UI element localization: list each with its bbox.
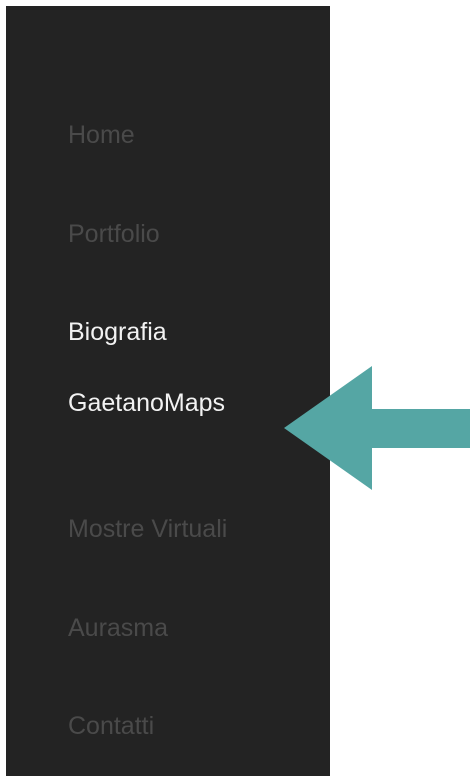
menu-item-mostre-virtuali[interactable]: Mostre Virtuali (68, 514, 227, 544)
menu-item-aurasma[interactable]: Aurasma (68, 613, 168, 643)
menu-item-biografia[interactable]: Biografia (68, 317, 167, 347)
menu-item-contatti[interactable]: Contatti (68, 711, 154, 741)
menu-item-home[interactable]: Home (68, 120, 135, 150)
arrow-shape (284, 366, 470, 490)
left-arrow-icon (284, 366, 470, 490)
navigation-menu: Home Portfolio Biografia GaetanoMaps Mos… (6, 6, 330, 776)
menu-item-gaetanomaps[interactable]: GaetanoMaps (68, 388, 225, 418)
menu-item-portfolio[interactable]: Portfolio (68, 219, 160, 249)
